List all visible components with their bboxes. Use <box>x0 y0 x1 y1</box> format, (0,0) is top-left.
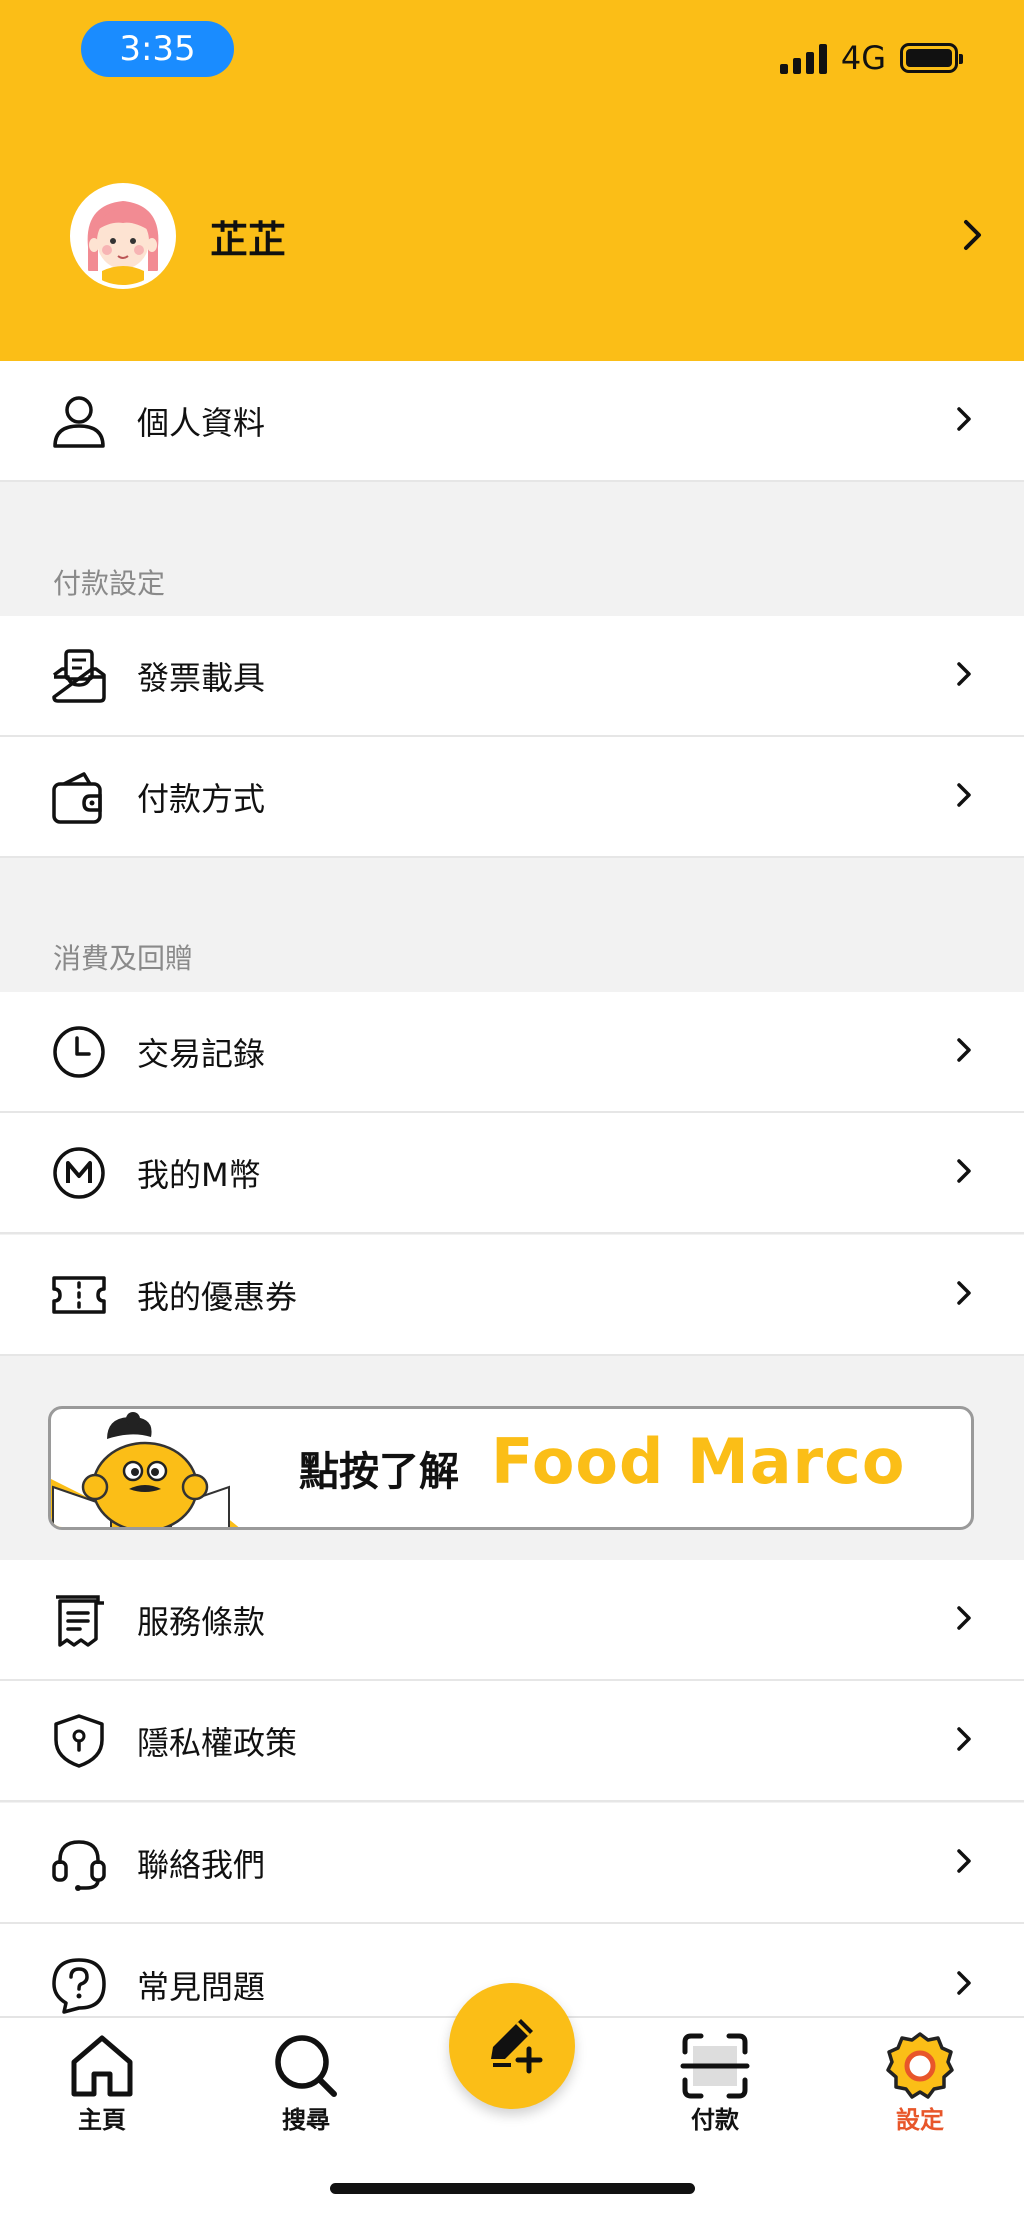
row-personal-info[interactable]: 個人資料 <box>0 361 1024 482</box>
chevron-right-icon <box>962 218 984 256</box>
chevron-right-icon <box>956 782 972 812</box>
row-privacy-policy[interactable]: 隱私權政策 <box>0 1681 1024 1802</box>
status-time: 3:35 <box>81 21 234 77</box>
chevron-right-icon <box>956 1726 972 1756</box>
tab-label: 主頁 <box>78 2106 126 2134</box>
row-coupons[interactable]: 我的優惠券 <box>0 1235 1024 1356</box>
tab-home[interactable]: 主頁 <box>32 2018 172 2158</box>
gear-icon <box>884 2030 956 2102</box>
chevron-right-icon <box>956 661 972 691</box>
row-label: 我的優惠券 <box>137 1277 298 1316</box>
chevron-right-icon <box>956 1158 972 1188</box>
home-indicator <box>330 2183 695 2194</box>
signal-icon <box>779 42 827 74</box>
shield-lock-icon <box>50 1712 108 1770</box>
chevron-right-icon <box>956 1970 972 2000</box>
tab-label: 設定 <box>896 2106 944 2134</box>
profile-header: 3:35 4G 芷芷 <box>0 0 1024 361</box>
coupon-icon <box>50 1266 108 1324</box>
m-coin-icon <box>50 1144 108 1202</box>
chevron-right-icon <box>956 1848 972 1878</box>
chevron-right-icon <box>956 1605 972 1635</box>
row-label: 個人資料 <box>137 403 266 442</box>
section-title-rewards: 消費及回贈 <box>53 942 194 975</box>
chevron-right-icon <box>956 1037 972 1067</box>
food-marco-banner[interactable]: 點按了解 Food Marco <box>48 1406 974 1530</box>
banner-text: 點按了解 <box>299 1449 459 1495</box>
row-m-coins[interactable]: 我的M幣 <box>0 1113 1024 1234</box>
row-label: 我的M幣 <box>137 1155 261 1194</box>
edit-plus-icon <box>477 2009 547 2083</box>
tab-label: 付款 <box>691 2106 739 2134</box>
row-label: 發票載具 <box>137 658 266 697</box>
row-contact-us[interactable]: 聯絡我們 <box>0 1803 1024 1924</box>
tab-search[interactable]: 搜尋 <box>236 2018 376 2158</box>
tab-pay[interactable]: 付款 <box>645 2018 785 2158</box>
question-icon <box>50 1956 108 2014</box>
create-post-button[interactable] <box>449 1983 575 2109</box>
section-title-payment: 付款設定 <box>53 567 166 600</box>
invoice-tray-icon <box>50 647 108 705</box>
row-label: 常見問題 <box>137 1967 266 2006</box>
status-indicators: 4G <box>779 36 963 80</box>
row-label: 服務條款 <box>137 1602 266 1641</box>
row-label: 付款方式 <box>137 779 266 818</box>
row-payment-method[interactable]: 付款方式 <box>0 737 1024 858</box>
profile-entry[interactable]: 芷芷 <box>70 182 981 290</box>
row-label: 交易記錄 <box>137 1034 266 1073</box>
row-invoice-carrier[interactable]: 發票載具 <box>0 616 1024 737</box>
mascot-illustration <box>51 1412 239 1527</box>
row-terms-of-service[interactable]: 服務條款 <box>0 1560 1024 1681</box>
row-transaction-history[interactable]: 交易記錄 <box>0 992 1024 1113</box>
tab-settings[interactable]: 設定 <box>850 2018 990 2158</box>
wallet-icon <box>50 768 108 826</box>
avatar <box>70 183 176 289</box>
headset-icon <box>50 1834 108 1892</box>
terms-receipt-icon <box>50 1591 108 1649</box>
person-icon <box>50 392 108 450</box>
clock-icon <box>50 1023 108 1081</box>
profile-name: 芷芷 <box>210 217 287 262</box>
search-icon <box>270 2030 342 2102</box>
row-label: 隱私權政策 <box>137 1723 298 1762</box>
row-label: 聯絡我們 <box>137 1845 266 1884</box>
network-type: 4G <box>840 39 886 77</box>
chevron-right-icon <box>956 1280 972 1310</box>
chevron-right-icon <box>956 406 972 436</box>
battery-icon <box>900 43 963 73</box>
home-icon <box>66 2030 138 2102</box>
scan-icon <box>679 2030 751 2102</box>
banner-brand-logo: Food Marco <box>491 1425 906 1498</box>
tab-label: 搜尋 <box>282 2106 330 2134</box>
